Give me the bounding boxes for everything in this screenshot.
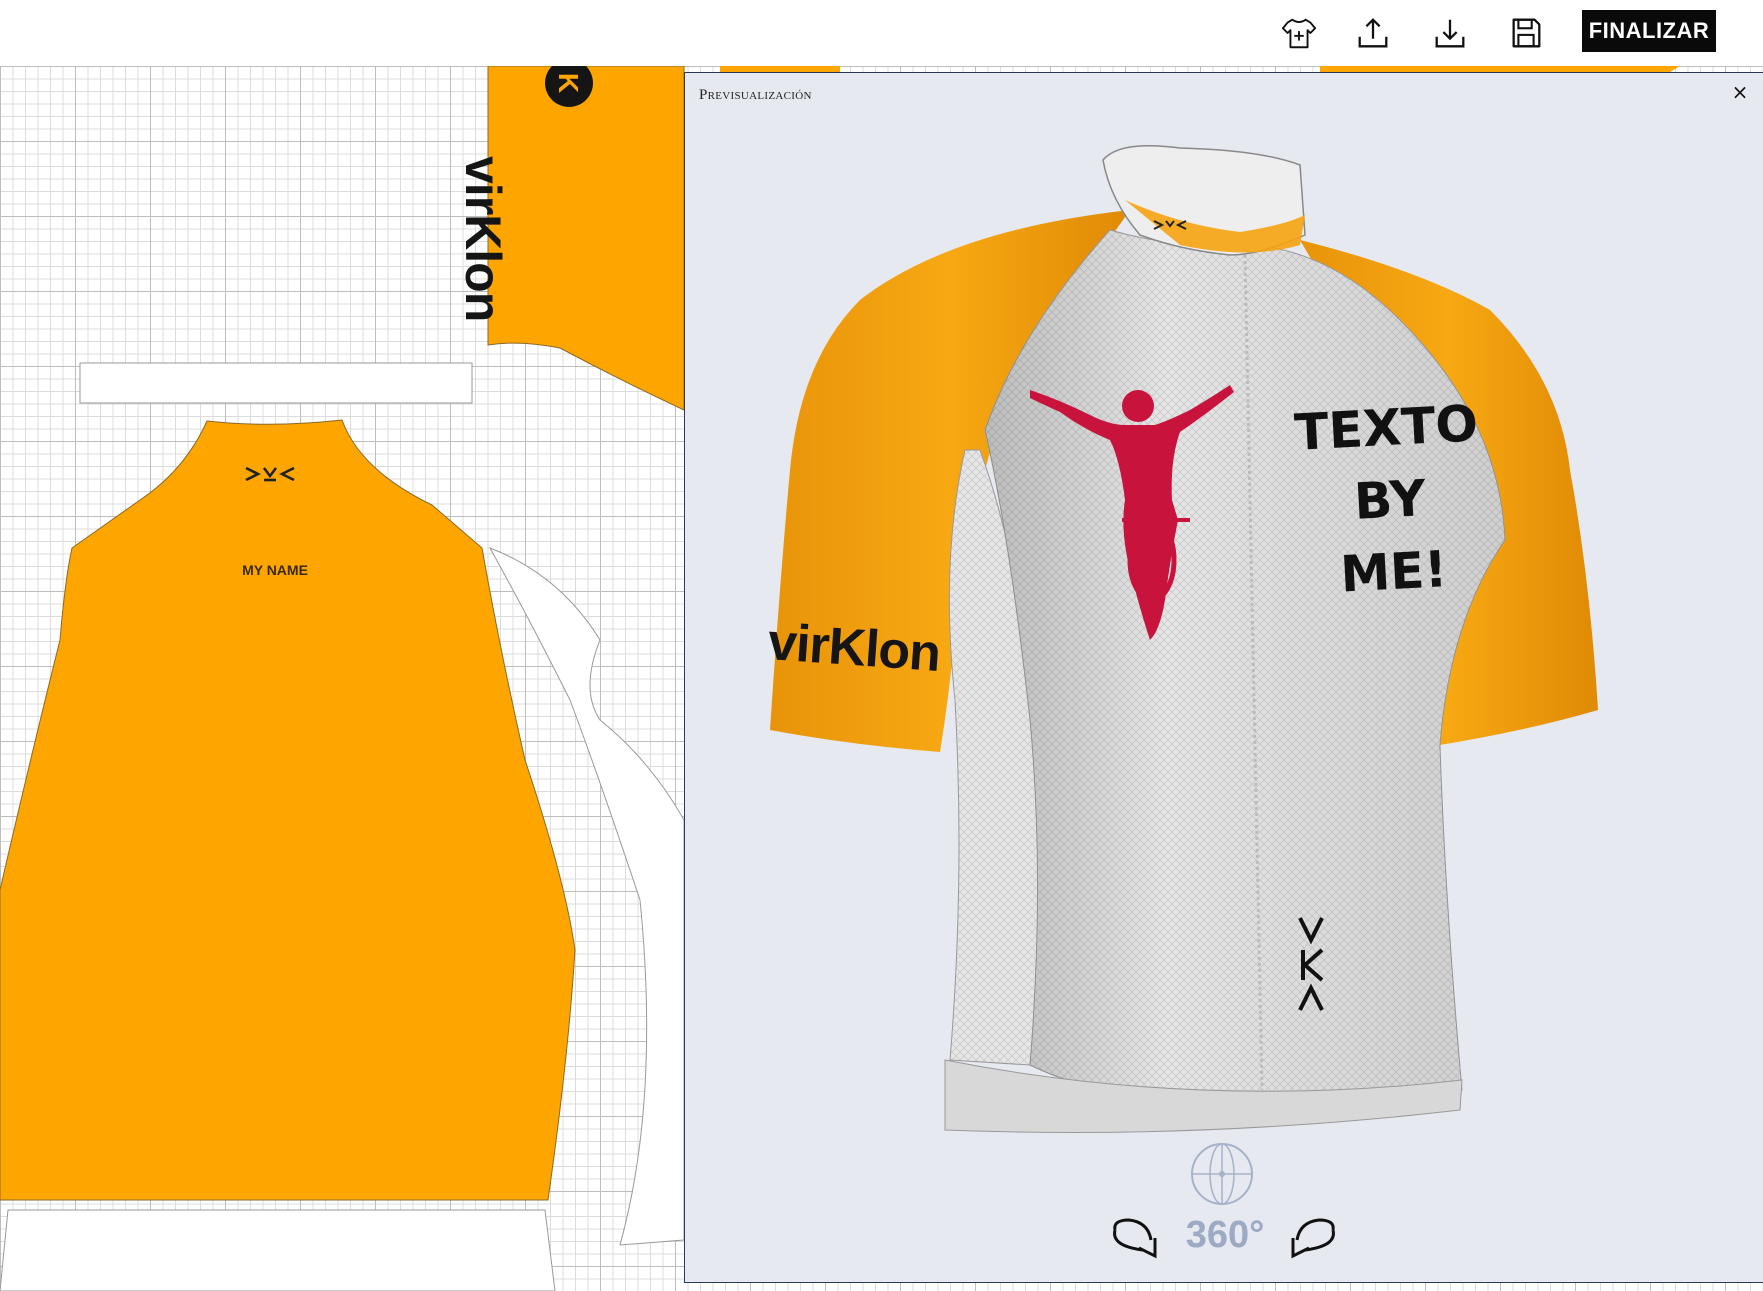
rotate-right-button[interactable] — [1283, 1210, 1345, 1262]
jersey-text-line: TEXTO — [1293, 394, 1480, 462]
close-preview-button[interactable]: × — [1727, 79, 1753, 105]
globe-icon — [1191, 1143, 1253, 1205]
add-shirt-icon — [1281, 18, 1317, 49]
rotate-left-icon — [1113, 1218, 1157, 1259]
jersey-text-line: ME! — [1338, 540, 1449, 604]
download-icon — [1435, 19, 1465, 48]
svg-text:K: K — [553, 73, 584, 93]
download-button[interactable] — [1427, 10, 1473, 56]
add-shirt-button[interactable] — [1276, 10, 1322, 56]
preview-panel: Previsualización × — [684, 72, 1763, 1283]
rotate-left-button[interactable] — [1103, 1210, 1165, 1262]
preview-title: Previsualización — [699, 87, 812, 103]
upload-button[interactable] — [1350, 10, 1396, 56]
sleeve-panel[interactable] — [487, 66, 685, 411]
sleeve-brand-text: virKlon — [455, 156, 511, 322]
hem-strip[interactable] — [0, 1209, 556, 1291]
rotate-globe-button[interactable] — [1189, 1141, 1255, 1207]
back-panel[interactable] — [0, 419, 576, 1201]
save-button[interactable] — [1503, 10, 1549, 56]
top-toolbar: FINALIZAR — [0, 0, 1763, 66]
neck-name-text[interactable]: MY NAME — [215, 562, 335, 578]
collar-strip[interactable] — [79, 362, 473, 404]
rotate-360-label: 360° — [1185, 1214, 1265, 1256]
save-icon — [1512, 18, 1541, 48]
jersey-text-line: BY — [1352, 469, 1428, 531]
upload-icon — [1358, 18, 1388, 48]
rotate-right-icon — [1291, 1218, 1335, 1259]
jersey-sleeve-brand: virKlon — [766, 613, 942, 683]
finalize-button[interactable]: FINALIZAR — [1582, 10, 1716, 52]
jersey-custom-text: TEXTO BY ME! — [1284, 387, 1495, 613]
